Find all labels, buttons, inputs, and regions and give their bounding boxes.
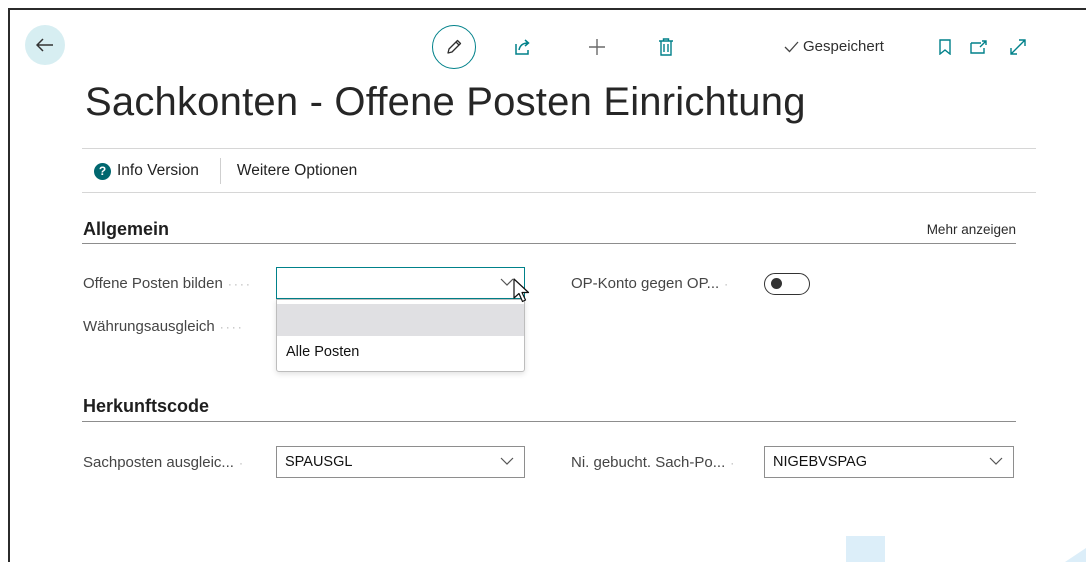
expand-button[interactable] <box>1006 36 1030 58</box>
page-title: Sachkonten - Offene Posten Einrichtung <box>85 80 806 124</box>
back-button[interactable] <box>25 25 65 65</box>
label-dots: · <box>730 455 737 470</box>
add-button[interactable] <box>585 36 609 58</box>
bookmark-icon <box>939 39 951 55</box>
open-new-window-button[interactable] <box>968 37 990 57</box>
label-dots: · <box>724 276 731 291</box>
label-dots: ···· <box>227 276 252 291</box>
show-more-link[interactable]: Mehr anzeigen <box>927 222 1016 237</box>
bookmark-button[interactable] <box>935 37 955 57</box>
open-entries-select[interactable] <box>276 267 525 299</box>
unposted-select[interactable]: NIGEBVSPAG <box>764 446 1014 478</box>
chevron-down-icon <box>500 457 514 465</box>
unposted-field-label: Ni. gebucht. Sach-Po... · <box>571 454 736 471</box>
op-account-field-label: OP-Konto gegen OP... · <box>571 275 730 292</box>
gl-apply-select[interactable]: SPAUSGL <box>276 446 525 478</box>
section-divider-general <box>82 243 1016 244</box>
decorative-shape <box>1065 548 1086 562</box>
open-entries-label: Offene Posten bilden <box>83 275 223 292</box>
arrow-left-icon <box>36 38 53 52</box>
saved-status: Gespeichert <box>784 38 884 55</box>
share-icon <box>515 39 530 55</box>
dropdown-option-empty[interactable] <box>277 304 524 336</box>
unposted-label: Ni. gebucht. Sach-Po... <box>571 454 726 471</box>
expand-icon <box>1010 39 1026 55</box>
section-title-general[interactable]: Allgemein <box>83 219 169 240</box>
currency-label: Währungsausgleich <box>83 318 215 335</box>
checkmark-icon <box>784 41 799 52</box>
decorative-shape <box>846 536 885 562</box>
delete-button[interactable] <box>655 36 677 58</box>
popout-icon <box>970 40 987 54</box>
chevron-down-icon <box>500 278 514 286</box>
open-entries-dropdown: Alle Posten <box>276 299 525 372</box>
action-bar: ? Info Version Weitere Optionen <box>94 156 357 186</box>
trash-icon <box>659 38 673 56</box>
action-bar-divider <box>82 192 1036 193</box>
action-separator <box>219 158 221 184</box>
saved-label: Gespeichert <box>803 38 884 55</box>
pencil-icon <box>447 39 462 54</box>
share-button[interactable] <box>511 36 535 58</box>
dropdown-option-all-entries[interactable]: Alle Posten <box>277 336 524 368</box>
section-divider-source-code <box>82 421 1016 422</box>
title-divider <box>82 148 1036 149</box>
section-title-source-code[interactable]: Herkunftscode <box>83 396 209 417</box>
gl-apply-field-label: Sachposten ausgleic... · <box>83 454 245 471</box>
currency-field-label: Währungsausgleich ···· <box>83 318 244 335</box>
gl-apply-value: SPAUSGL <box>285 454 353 470</box>
unposted-value: NIGEBVSPAG <box>773 454 868 470</box>
gl-apply-label: Sachposten ausgleic... <box>83 454 234 471</box>
info-version-action[interactable]: ? Info Version <box>94 162 199 180</box>
more-options-action[interactable]: Weitere Optionen <box>237 162 357 180</box>
label-dots: · <box>238 455 245 470</box>
label-dots: ···· <box>219 319 244 334</box>
chevron-down-icon <box>989 457 1003 465</box>
op-account-toggle[interactable] <box>764 273 810 295</box>
edit-button[interactable] <box>432 25 476 69</box>
toggle-knob <box>771 278 782 289</box>
open-entries-field-label: Offene Posten bilden ···· <box>83 275 252 292</box>
op-account-label: OP-Konto gegen OP... <box>571 275 720 292</box>
more-options-label: Weitere Optionen <box>236 162 358 179</box>
help-icon: ? <box>94 162 111 180</box>
info-version-label: Info Version <box>117 162 199 179</box>
plus-icon <box>589 39 605 55</box>
